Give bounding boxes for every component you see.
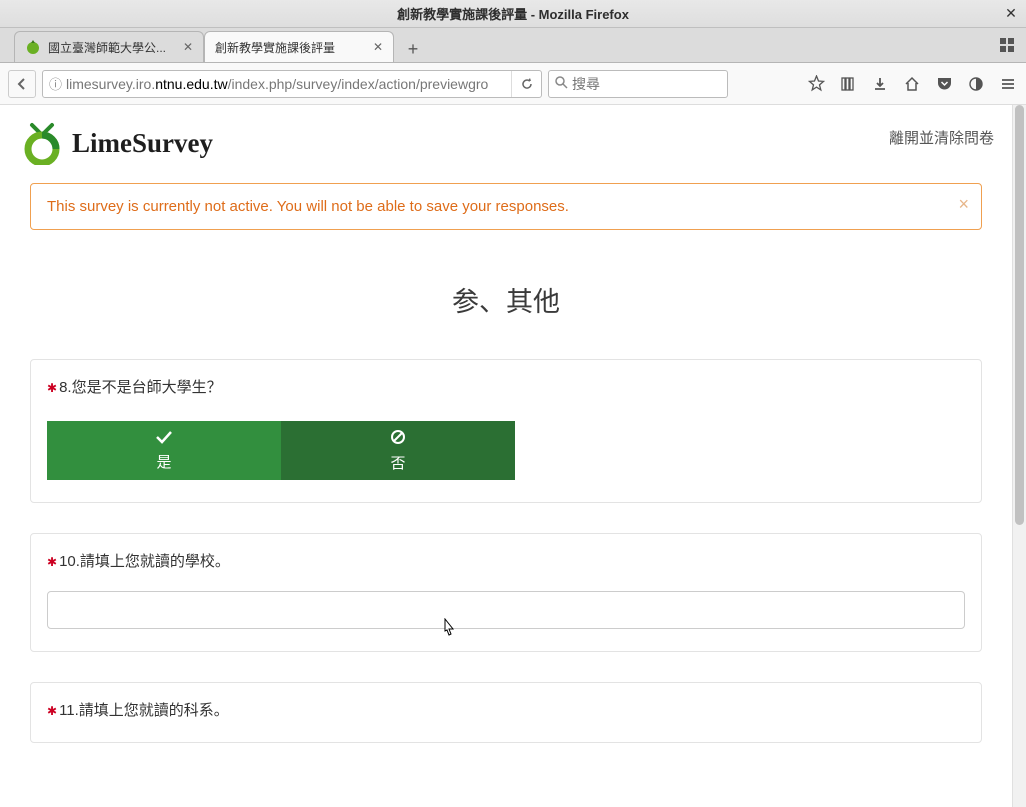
search-input[interactable] <box>572 76 753 92</box>
vertical-scrollbar[interactable] <box>1012 105 1026 807</box>
home-icon[interactable] <box>902 74 922 94</box>
page-viewport: LimeSurvey 離開並清除問卷 This survey is curren… <box>0 105 1026 807</box>
tab-background[interactable]: 國立臺灣師範大學公... ✕ <box>14 31 204 62</box>
alert-close-button[interactable]: × <box>958 194 969 215</box>
back-button[interactable] <box>8 70 36 98</box>
required-icon: ✱ <box>47 704 57 718</box>
brand-text: LimeSurvey <box>72 128 213 159</box>
scrollbar-thumb[interactable] <box>1015 105 1024 525</box>
inactive-alert: This survey is currently not active. You… <box>30 183 982 230</box>
choice-yes-label: 是 <box>156 451 171 472</box>
tab-close-button[interactable]: ✕ <box>373 40 383 54</box>
theme-icon[interactable] <box>966 74 986 94</box>
new-tab-button[interactable]: + <box>398 36 428 62</box>
school-input[interactable] <box>47 591 965 629</box>
question-card-8: ✱8.您是不是台師大學生？ 是 否 <box>30 359 982 503</box>
check-icon <box>155 429 173 449</box>
search-icon <box>555 76 568 92</box>
window-grid-icon[interactable] <box>998 36 1016 54</box>
exit-clear-link[interactable]: 離開並清除問卷 <box>889 121 994 148</box>
pocket-icon[interactable] <box>934 74 954 94</box>
site-info-icon[interactable]: ⓘ <box>49 74 62 93</box>
section-title: 参、其他 <box>30 280 982 319</box>
question-card-10: ✱10.請填上您就讀的學校。 <box>30 533 982 652</box>
tab-active[interactable]: 創新教學實施課後評量 ✕ <box>204 31 394 62</box>
choice-no-label: 否 <box>390 452 405 473</box>
window-title: 創新教學實施課後評量 - Mozilla Firefox <box>397 4 629 23</box>
choice-no-button[interactable]: 否 <box>281 421 515 480</box>
tab-label: 創新教學實施課後評量 <box>215 39 367 56</box>
alert-text: This survey is currently not active. You… <box>47 198 569 215</box>
tab-close-button[interactable]: ✕ <box>183 40 193 54</box>
question-text: ✱8.您是不是台師大學生？ <box>47 376 965 397</box>
limesurvey-logo: LimeSurvey <box>18 121 213 165</box>
menu-icon[interactable] <box>998 74 1018 94</box>
choice-row: 是 否 <box>47 421 965 480</box>
question-card-11: ✱11.請填上您就讀的科系。 <box>30 682 982 743</box>
choice-yes-button[interactable]: 是 <box>47 421 281 480</box>
star-bookmark-icon[interactable] <box>806 74 826 94</box>
library-icon[interactable] <box>838 74 858 94</box>
refresh-button[interactable] <box>511 71 541 97</box>
ban-icon <box>390 429 406 450</box>
url-display[interactable]: limesurvey.iro.ntnu.edu.tw/index.php/sur… <box>66 71 511 97</box>
nav-bar: ⓘ limesurvey.iro.ntnu.edu.tw/index.php/s… <box>0 63 1026 105</box>
window-close-button[interactable]: ✕ <box>1002 4 1020 22</box>
required-icon: ✱ <box>47 381 57 395</box>
lime-favicon <box>25 39 41 55</box>
url-bar[interactable]: ⓘ limesurvey.iro.ntnu.edu.tw/index.php/s… <box>42 70 542 98</box>
tab-label: 國立臺灣師範大學公... <box>48 39 177 56</box>
question-text: ✱11.請填上您就讀的科系。 <box>47 699 965 720</box>
search-bar[interactable] <box>548 70 728 98</box>
download-icon[interactable] <box>870 74 890 94</box>
required-icon: ✱ <box>47 555 57 569</box>
tab-strip: 國立臺灣師範大學公... ✕ 創新教學實施課後評量 ✕ + <box>0 28 1026 63</box>
question-text: ✱10.請填上您就讀的學校。 <box>47 550 965 571</box>
window-titlebar: 創新教學實施課後評量 - Mozilla Firefox ✕ <box>0 0 1026 28</box>
